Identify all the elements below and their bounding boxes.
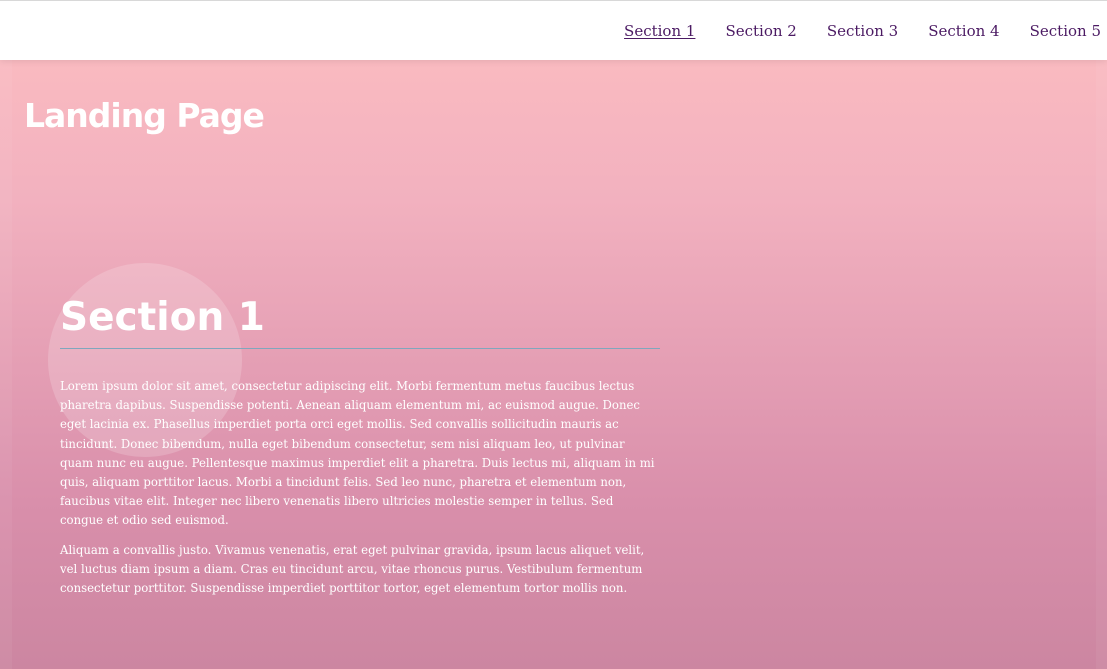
nav-item-section-5: Section 5 [1015, 22, 1101, 40]
nav-item-section-2: Section 2 [710, 22, 811, 40]
section-1-body: Lorem ipsum dolor sit amet, consectetur … [60, 377, 660, 598]
page-title: Landing Page [24, 96, 265, 135]
left-edge-band [0, 60, 12, 669]
nav-link-section-3[interactable]: Section 3 [812, 22, 913, 40]
nav-link-section-4[interactable]: Section 4 [913, 22, 1014, 40]
nav-list: Section 1 Section 2 Section 3 Section 4 … [609, 1, 1101, 61]
nav-item-section-4: Section 4 [913, 22, 1014, 40]
navbar: Section 1 Section 2 Section 3 Section 4 … [0, 0, 1107, 60]
nav-link-section-1[interactable]: Section 1 [609, 22, 710, 40]
nav-item-section-3: Section 3 [812, 22, 913, 40]
section-1-paragraph-2: Aliquam a convallis justo. Vivamus venen… [60, 542, 645, 596]
section-1: Section 1 Lorem ipsum dolor sit amet, co… [60, 288, 660, 608]
right-edge-band [1096, 60, 1107, 669]
nav-item-section-1: Section 1 [609, 22, 710, 40]
nav-link-section-5[interactable]: Section 5 [1015, 22, 1101, 40]
nav-link-section-2[interactable]: Section 2 [710, 22, 811, 40]
section-1-paragraph-1: Lorem ipsum dolor sit amet, consectetur … [60, 379, 655, 528]
section-1-title: Section 1 [60, 288, 660, 349]
